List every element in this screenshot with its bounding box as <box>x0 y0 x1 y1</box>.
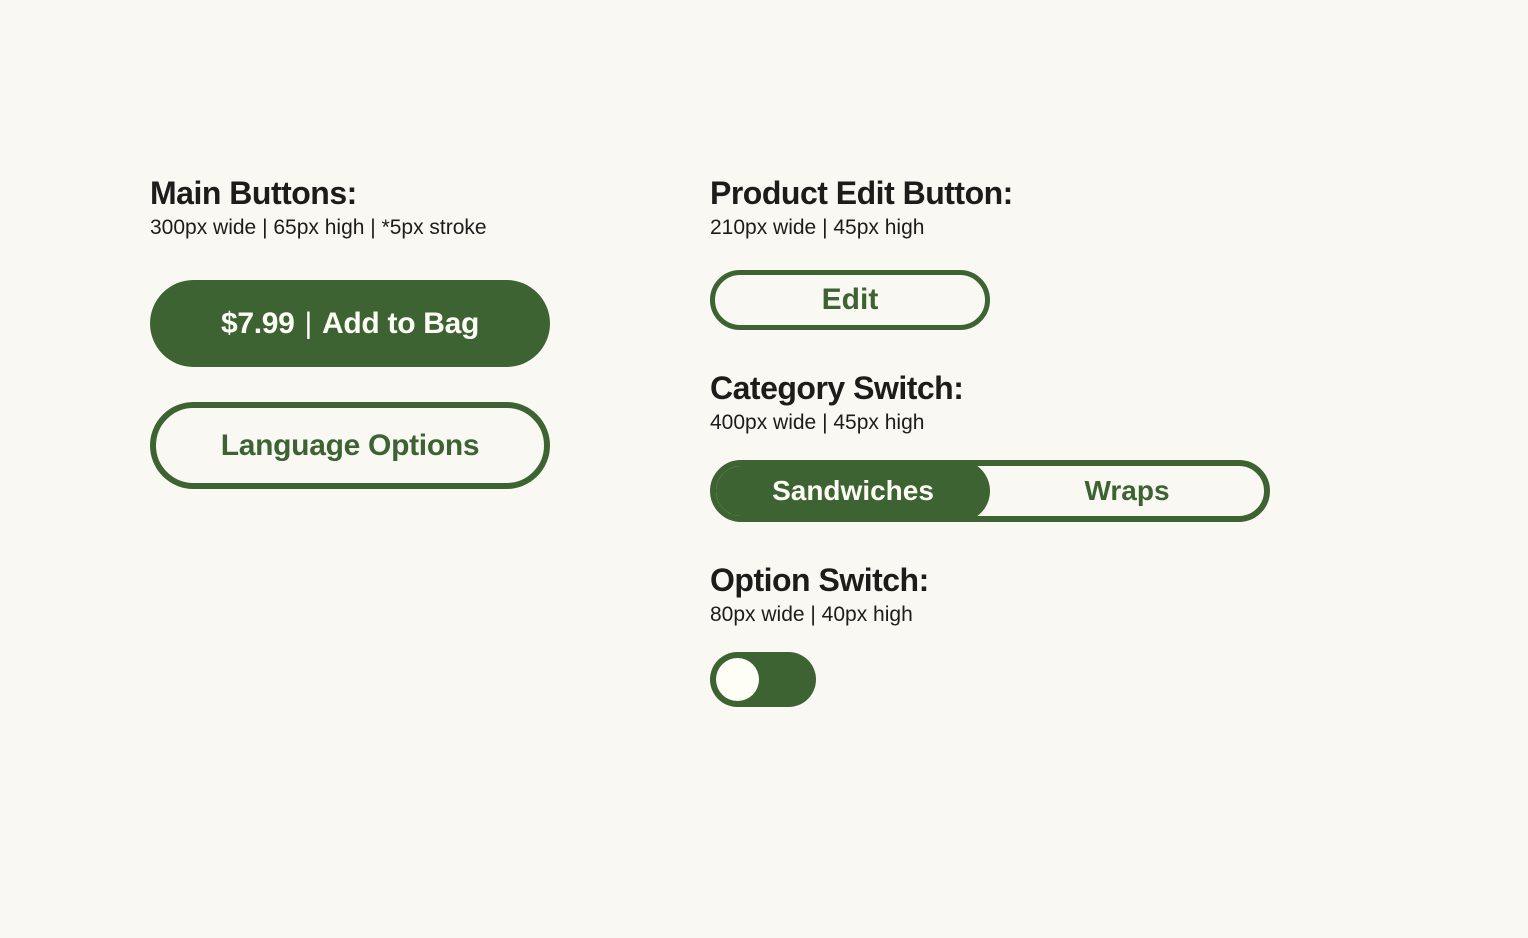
product-edit-section: Product Edit Button: 210px wide | 45px h… <box>710 175 1310 330</box>
option-switch-section: Option Switch: 80px wide | 40px high <box>710 562 1310 707</box>
category-switch-option-0-label: Sandwiches <box>772 475 934 507</box>
option-switch-knob <box>716 658 759 701</box>
category-switch-option-wraps[interactable]: Wraps <box>990 466 1264 516</box>
edit-button[interactable]: Edit <box>710 270 990 330</box>
main-buttons-title: Main Buttons: <box>150 175 570 212</box>
option-switch-toggle[interactable] <box>710 652 816 707</box>
edit-button-label: Edit <box>822 283 879 317</box>
language-options-button[interactable]: Language Options <box>150 402 550 489</box>
product-edit-title: Product Edit Button: <box>710 175 1310 212</box>
category-switch-option-sandwiches[interactable]: Sandwiches <box>716 466 990 516</box>
language-options-label: Language Options <box>221 429 480 463</box>
option-switch-title: Option Switch: <box>710 562 1310 599</box>
category-switch-spec: 400px wide | 45px high <box>710 411 1310 435</box>
category-switch-title: Category Switch: <box>710 370 1310 407</box>
add-to-bag-action: Add to Bag <box>322 307 479 341</box>
category-switch-option-1-label: Wraps <box>1084 475 1169 507</box>
add-to-bag-price: $7.99 <box>221 307 295 341</box>
option-switch-spec: 80px wide | 40px high <box>710 603 1310 627</box>
main-buttons-spec: 300px wide | 65px high | *5px stroke <box>150 216 570 240</box>
product-edit-spec: 210px wide | 45px high <box>710 216 1310 240</box>
category-switch-section: Category Switch: 400px wide | 45px high … <box>710 370 1310 522</box>
add-to-bag-divider: | <box>305 307 313 341</box>
add-to-bag-button[interactable]: $7.99 | Add to Bag <box>150 280 550 367</box>
main-buttons-section: Main Buttons: 300px wide | 65px high | *… <box>150 175 570 489</box>
category-switch[interactable]: Sandwiches Wraps <box>710 460 1270 522</box>
